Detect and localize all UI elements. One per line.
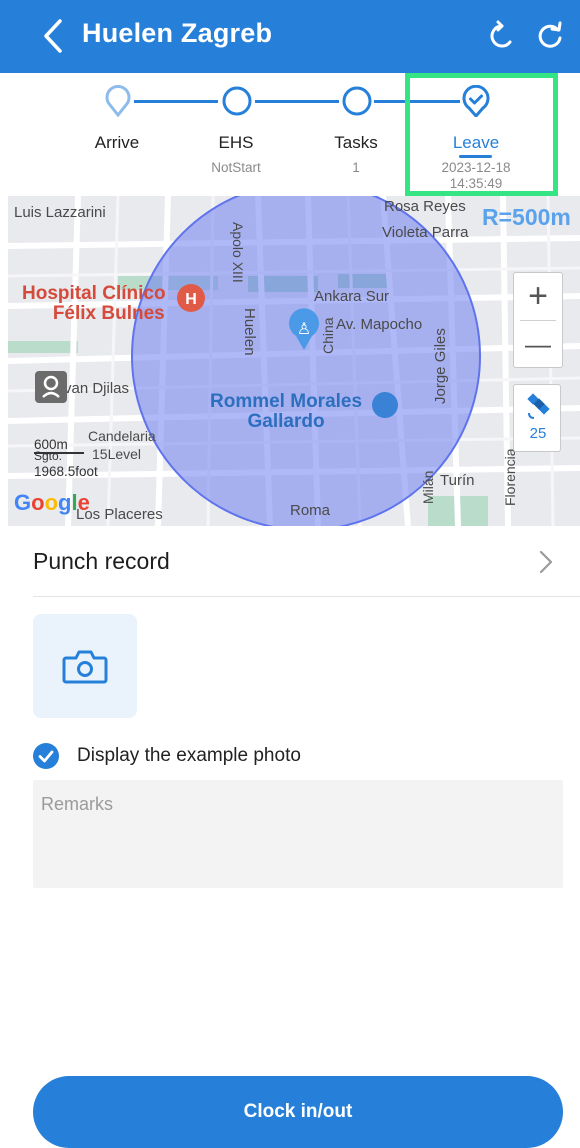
clock-in-out-button[interactable]: Clock in/out [33,1076,563,1148]
map-street-label: Av. Mapocho [336,316,423,333]
step-ehs-label: EHS [218,133,254,152]
example-photo-label: Display the example photo [77,745,301,766]
map-street-label: Jorge Giles [432,328,449,404]
check-icon [38,750,54,763]
svg-text:♙: ♙ [297,319,311,338]
refresh-ccw-icon[interactable] [486,20,518,52]
satellite-icon [527,393,550,419]
step-ehs-status: NotStart [211,160,261,175]
map-street-label: Turín [440,472,475,489]
chevron-right-icon [539,550,553,574]
map-street-label: Apolo XIII [230,222,246,283]
map-place-label: Violeta Parra [382,224,469,241]
google-logo: Google [14,490,90,515]
location-map[interactable]: ♙ H R=500m Luis Lazzarini Rosa Reyes Vio… [8,196,580,526]
hospital-poi-label: Hospital Clínico Félix Bulnes [22,283,166,324]
zoom-controls: + — [513,272,563,368]
svg-text:H: H [185,291,197,308]
map-scale-feet: 1968.5foot [34,464,98,479]
rommel-poi-label: Rommel Morales Gallardo [210,391,363,432]
page-title: Huelen Zagreb [82,18,273,48]
radius-label: R=500m [482,204,571,230]
map-street-label: Milán [420,470,436,504]
map-street-label: Roma [290,502,331,519]
punch-record-row[interactable]: Punch record [0,527,580,597]
step-arrive-label: Arrive [94,133,140,152]
refresh-cw-icon[interactable] [534,20,566,52]
map-place-label: Rosa Reyes [384,198,466,215]
map-street-label: China [320,317,336,354]
zoom-in-button[interactable]: + [514,273,562,320]
take-photo-button[interactable] [33,614,137,718]
map-street-label: van Djilas [64,380,130,397]
map-street-label: Florencia [502,448,518,506]
step-ehs-circle-icon[interactable] [221,85,253,117]
street-view-pegman-icon[interactable] [35,371,67,403]
example-photo-checkbox[interactable] [33,743,59,769]
leave-step-highlight [405,73,558,196]
step-connector [255,100,339,103]
step-tasks-count: 1 [352,160,360,175]
remarks-field[interactable] [33,780,563,888]
zoom-out-button[interactable]: — [514,321,562,368]
map-place-label: 15Level [92,446,142,462]
step-arrive-pin-icon[interactable] [102,85,134,117]
step-tasks-label: Tasks [334,133,378,152]
map-street-label: Huelen [241,308,258,356]
back-chevron-icon[interactable] [38,17,68,55]
satellite-count: 25 [529,425,547,442]
app-header: Huelen Zagreb [0,0,580,73]
map-place-label: Luis Lazzarini [14,204,106,221]
section-divider [33,596,580,597]
map-street-label: Ankara Sur [314,288,390,305]
satellite-status[interactable]: 25 [513,384,561,452]
map-place-label: Candelaria [88,428,156,444]
step-tasks-circle-icon[interactable] [341,85,373,117]
camera-icon [62,650,108,684]
step-connector [134,100,218,103]
map-scale-bar [34,452,84,454]
punch-record-label: Punch record [33,548,170,574]
map-scale-sgto: Sgto. [34,449,63,463]
